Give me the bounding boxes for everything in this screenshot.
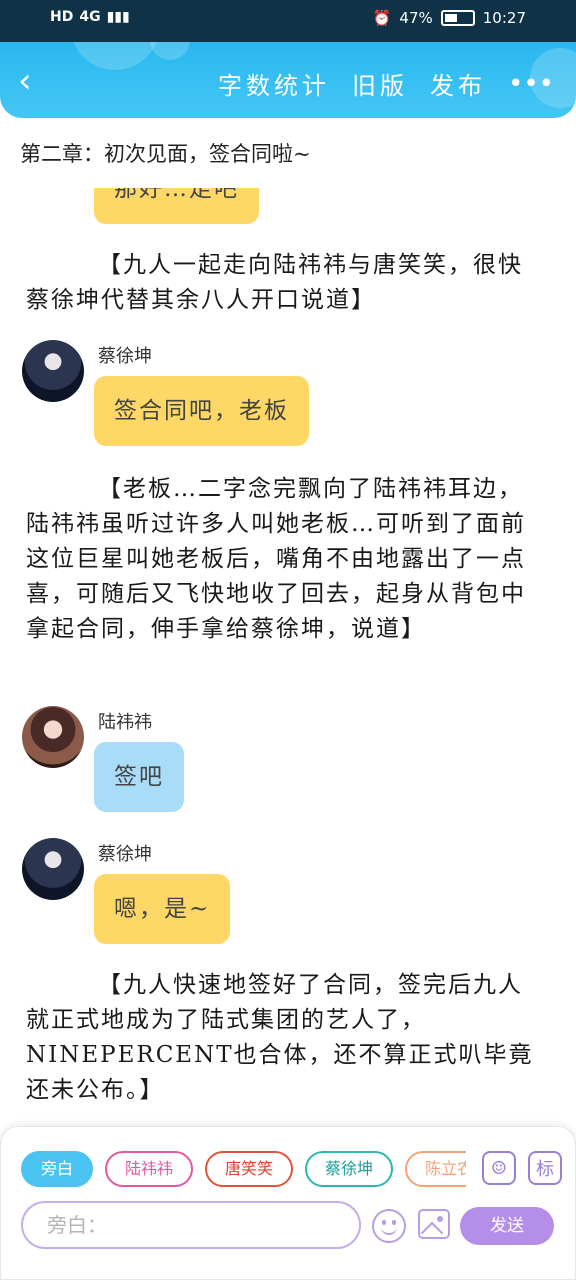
role-chip[interactable]: 陈立农: [405, 1151, 466, 1187]
send-button[interactable]: 发送: [460, 1207, 554, 1245]
chevron-left-icon[interactable]: ‹: [18, 64, 48, 98]
nav-bar: ‹ 字数统计 旧版 发布 •••: [0, 42, 576, 118]
role-chip-narrator[interactable]: 旁白: [21, 1151, 94, 1187]
role-chip[interactable]: 蔡徐坤: [305, 1151, 394, 1187]
message-bubble[interactable]: 签合同吧，老板: [94, 376, 309, 446]
avatar[interactable]: [22, 340, 84, 402]
emoji-icon[interactable]: [372, 1209, 406, 1243]
speaker-name: 蔡徐坤: [98, 346, 152, 367]
signal-label: 4G: [79, 9, 101, 25]
partial-bubble: 那好…走吧: [94, 188, 259, 224]
role-chip[interactable]: 陆祎祎: [105, 1151, 194, 1187]
narration: 【九人一起走向陆祎祎与唐笑笑，很快蔡徐坤代替其余八人开口说道】: [26, 252, 523, 313]
image-icon[interactable]: [418, 1209, 450, 1239]
tag-button[interactable]: 标: [528, 1151, 562, 1185]
status-bar: HD 4G ▮▮▮ ⏰ 47% 10:27: [0, 0, 576, 42]
message-input[interactable]: 旁白：: [21, 1201, 361, 1249]
avatar[interactable]: [22, 706, 84, 768]
speaker-name: 陆祎祎: [98, 712, 152, 733]
battery-icon: [440, 10, 475, 26]
story-content[interactable]: 那好…走吧 【九人一起走向陆祎祎与唐笑笑，很快蔡徐坤代替其余八人开口说道】 蔡徐…: [0, 188, 576, 1123]
narration: 【老板…二字念完飘向了陆祎祎耳边，陆祎祎虽听过许多人叫她老板…可听到了面前这位巨…: [26, 476, 526, 642]
chapter-title: 第二章：初次见面，签合同啦~: [20, 142, 311, 166]
role-chip[interactable]: 唐笑笑: [205, 1151, 294, 1187]
more-icon[interactable]: •••: [508, 69, 554, 99]
role-selector: 旁白 陆祎祎 唐笑笑 蔡徐坤 陈立农: [21, 1151, 466, 1191]
publish-button[interactable]: 发布: [430, 66, 486, 101]
alarm-icon: ⏰: [372, 9, 392, 27]
old-version-button[interactable]: 旧版: [352, 66, 408, 101]
composer-panel: 旁白 陆祎祎 唐笑笑 蔡徐坤 陈立农 ☺ 标 旁白： 发送: [0, 1126, 576, 1280]
signal-icon: ▮▮▮: [106, 9, 130, 25]
network-label: HD: [50, 9, 74, 25]
message-bubble[interactable]: 签吧: [94, 742, 184, 812]
narration: 【九人快速地签好了合同，签完后九人就正式地成为了陆式集团的艺人了，NINEPER…: [26, 972, 534, 1103]
person-icon[interactable]: ☺: [482, 1151, 516, 1185]
word-count-button[interactable]: 字数统计: [218, 66, 330, 101]
message-bubble[interactable]: 嗯，是~: [94, 874, 231, 944]
clock: 10:27: [482, 9, 526, 27]
speaker-name: 蔡徐坤: [98, 844, 152, 865]
avatar[interactable]: [22, 838, 84, 900]
top-header: HD 4G ▮▮▮ ⏰ 47% 10:27 ‹ 字数统计 旧版 发布 •••: [0, 0, 576, 118]
battery-percent: 47%: [399, 9, 433, 27]
